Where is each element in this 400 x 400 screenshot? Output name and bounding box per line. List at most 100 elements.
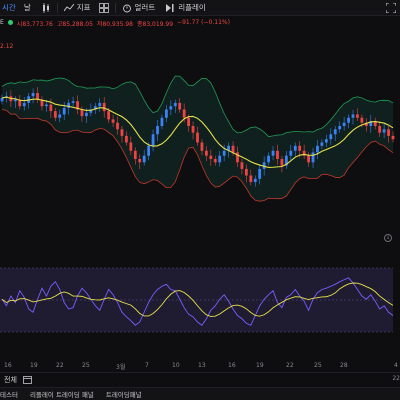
candle-body [120, 129, 124, 136]
candle-body [178, 102, 182, 110]
candle-body [187, 117, 191, 126]
candle-body [378, 126, 382, 133]
candle-body [133, 150, 137, 159]
candle-body [0, 97, 4, 102]
x-axis: 16 19 22 25 3월 7 10 13 16 19 22 25 28 4 [0, 360, 400, 372]
candle-body [356, 114, 359, 118]
candle-body [173, 102, 177, 107]
candle-body [240, 162, 244, 169]
candle-body [164, 109, 168, 118]
candle-body [53, 111, 57, 118]
candle-body [182, 109, 186, 118]
candle-body [151, 134, 155, 146]
candle-body [200, 142, 204, 151]
candle-body [324, 139, 328, 143]
candle-body [111, 119, 115, 123]
tab-tester[interactable]: 테스터 [0, 389, 18, 399]
candle-body [253, 178, 257, 183]
candle-body [351, 114, 355, 118]
candle-body [382, 129, 386, 133]
arrow-down-icon: ↓ [385, 235, 391, 241]
x-axis-tick-label: 19 [30, 362, 38, 369]
candle-body [249, 175, 253, 183]
candle-body [276, 150, 279, 159]
candle-body [85, 112, 88, 117]
candle-body [160, 117, 164, 126]
candle-body [289, 150, 293, 156]
candle-body [156, 126, 159, 135]
x-axis-tick-label: 16 [228, 362, 236, 369]
candle-body [311, 152, 315, 163]
candle-body [58, 114, 62, 118]
candle-body [244, 168, 248, 176]
candle-body [196, 132, 199, 143]
tab-replay-trading-panel[interactable]: 리플레이 트레이딩 패널 [30, 389, 94, 399]
range-all-button[interactable]: 전체 [4, 375, 17, 385]
candle-body [13, 99, 17, 102]
x-axis-tick-label: 28 [340, 362, 348, 369]
calendar-icon[interactable] [22, 375, 32, 384]
candle-body [231, 145, 235, 153]
price-pane [0, 75, 395, 202]
candle-body [333, 129, 337, 135]
x-axis-tick-label: 16 [4, 362, 12, 369]
candle-body [293, 145, 297, 151]
candle-body [129, 142, 133, 151]
candle-body [209, 155, 213, 159]
candle-body [213, 159, 217, 163]
candle-body [107, 111, 111, 120]
candle-body [45, 104, 48, 107]
candle-body [360, 117, 364, 123]
candle-body [218, 155, 222, 163]
candle-body [307, 155, 310, 163]
candle-body [347, 117, 350, 123]
candle-body [102, 102, 106, 112]
chart-canvas[interactable] [0, 0, 400, 372]
candle-body [71, 101, 75, 103]
candle-body [49, 104, 53, 112]
candle-body [204, 150, 208, 156]
rsi-pane [0, 267, 394, 333]
candle-body [342, 122, 346, 126]
candle-body [147, 145, 151, 156]
candle-body [222, 150, 226, 156]
candle-body [280, 159, 284, 166]
candle-body [391, 135, 395, 140]
x-axis-tick-label: 25 [82, 362, 90, 369]
x-axis-tick-label: 10 [172, 362, 180, 369]
tab-trading-panel[interactable]: 트레이딩패널 [106, 389, 142, 399]
candle-body [98, 102, 102, 107]
x-axis-tick-label: 3월 [116, 364, 126, 371]
candle-body [169, 106, 173, 110]
candle-body [191, 126, 195, 133]
x-axis-tick-label: 13 [198, 362, 206, 369]
candle-body [138, 159, 142, 163]
candle-body [22, 102, 26, 107]
candle-body [80, 109, 84, 117]
candle-body [142, 155, 146, 163]
candle-body [320, 142, 324, 146]
x-axis-tick-label: 25 [314, 362, 322, 369]
date-range-bar: 전체 22 [0, 372, 400, 386]
x-axis-tick-label: 22 [286, 362, 294, 369]
pane-settings-button[interactable]: ↓ [384, 234, 392, 242]
candle-body [116, 122, 119, 130]
x-axis-tick-label: 7 [145, 362, 149, 369]
bottom-panel-tabs: 테스터 리플레이 트레이딩 패널 트레이딩패널 [0, 387, 400, 400]
candle-body [36, 93, 39, 100]
candle-body [62, 107, 66, 115]
candle-body [258, 168, 262, 179]
time-corner-value: 22 [392, 375, 400, 382]
x-axis-tick-label: 19 [256, 362, 264, 369]
candle-body [338, 126, 342, 130]
candle-body [387, 129, 390, 136]
candle-body [316, 145, 319, 153]
candle-body [31, 93, 35, 97]
candle-body [125, 135, 128, 143]
x-axis-tick-label: 22 [56, 362, 64, 369]
candle-body [329, 134, 333, 140]
candle-body [267, 155, 270, 163]
candle-body [298, 145, 302, 151]
candle-body [271, 150, 275, 156]
x-axis-edge-label: 4 [394, 362, 398, 369]
